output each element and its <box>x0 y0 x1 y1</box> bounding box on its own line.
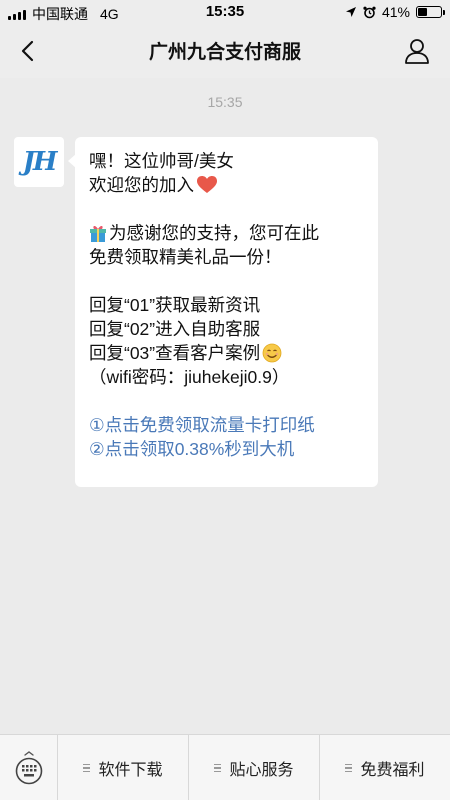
message-text: 为感谢您的支持，您可在此 <box>109 223 319 243</box>
keyboard-toggle-button[interactable] <box>0 735 58 800</box>
message-line: 欢迎您的加入 <box>89 173 364 197</box>
heart-icon <box>197 176 217 193</box>
profile-button[interactable] <box>402 36 432 66</box>
message-line: 为感谢您的支持，您可在此 <box>89 221 364 245</box>
page-title: 广州九合支付商服 <box>148 42 301 63</box>
menu-software-download[interactable]: 软件下载 <box>58 735 189 800</box>
status-right: 41% <box>345 4 445 20</box>
gift-icon <box>90 225 106 242</box>
keyboard-icon <box>15 751 42 785</box>
battery-percent: 41% <box>381 4 410 20</box>
message-line: 回复“01”获取最新资讯 <box>89 295 261 315</box>
menu-label: 软件下载 <box>98 762 163 779</box>
pos-machine-link[interactable]: ②点击领取0.38%秒到大机 <box>89 437 364 461</box>
message-line: 回复“02”进入自助客服 <box>89 319 261 339</box>
menu-list-icon <box>345 763 353 773</box>
message-line: 嘿！这位帅哥/美女 <box>89 151 234 171</box>
avatar-logo-text: JH <box>22 147 58 177</box>
free-paper-link[interactable]: ①点击免费领取流量卡打印纸 <box>89 413 364 437</box>
alarm-icon <box>363 6 376 18</box>
message-line: （wifi密码：jiuhekeji0.9） <box>89 367 290 387</box>
person-icon <box>405 39 429 64</box>
location-icon <box>345 7 356 17</box>
back-button[interactable] <box>12 36 42 66</box>
bottom-menu: 软件下载 贴心服务 免费福利 <box>0 734 450 800</box>
menu-free-benefits[interactable]: 免费福利 <box>320 735 450 800</box>
nav-bar: 广州九合支付商服 <box>0 24 450 78</box>
menu-caring-service[interactable]: 贴心服务 <box>189 735 320 800</box>
message-text: 回复“03”查看客户案例 <box>89 343 261 363</box>
message-line: 回复“03”查看客户案例 <box>89 341 364 365</box>
menu-list-icon <box>83 763 91 773</box>
battery-level <box>418 8 428 16</box>
menu-label: 贴心服务 <box>229 762 294 779</box>
message-bubble: 嘿！这位帅哥/美女 欢迎您的加入 为感谢您的支持，您可在此 免费领取精美礼品一份… <box>68 137 378 487</box>
avatar[interactable]: JH <box>14 137 64 187</box>
battery-icon <box>416 6 445 18</box>
smile-icon <box>262 343 282 363</box>
message-line: 免费领取精美礼品一份！ <box>89 247 282 267</box>
status-bar: 中国联通 4G 15:35 41% <box>0 0 450 24</box>
message-text: 欢迎您的加入 <box>89 175 194 195</box>
menu-label: 免费福利 <box>360 762 425 779</box>
chat-timestamp: 15:35 <box>207 94 243 110</box>
chevron-left-icon <box>21 40 34 62</box>
menu-list-icon <box>214 763 222 773</box>
